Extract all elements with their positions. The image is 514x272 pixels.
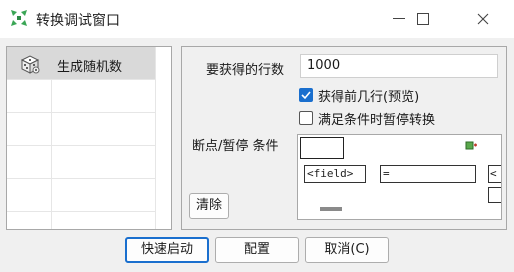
title-bar: 转换调试窗口 (0, 0, 514, 38)
condition-box[interactable] (300, 137, 344, 159)
rows-input[interactable]: 1000 (300, 54, 498, 78)
first-rows-label: 获得前几行(预览) (318, 90, 420, 105)
clear-button[interactable]: 清除 (189, 193, 229, 219)
step-label: 生成随机数 (57, 60, 123, 75)
quick-launch-button[interactable]: 快速启动 (125, 237, 209, 263)
pause-label: 满足条件时暂停转换 (318, 113, 436, 128)
value-selector-2[interactable] (488, 187, 501, 203)
step-item-random[interactable]: 生成随机数 (7, 47, 155, 80)
pause-checkbox[interactable] (299, 111, 313, 125)
maximize-button[interactable] (400, 0, 446, 38)
close-button[interactable] (460, 0, 506, 38)
field-selector[interactable]: <field> (304, 165, 366, 183)
window-title: 转换调试窗口 (36, 13, 120, 29)
value-selector[interactable]: < (488, 165, 501, 183)
cancel-button[interactable]: 取消(C) (305, 237, 389, 263)
rows-label: 要获得的行数 (206, 63, 285, 78)
breakpoint-label: 断点/暂停 条件 (192, 139, 279, 154)
first-rows-checkbox[interactable] (299, 88, 313, 102)
step-list: 生成随机数 (6, 46, 172, 230)
condition-editor[interactable]: <field> = < (297, 134, 502, 220)
app-icon (10, 9, 28, 27)
add-condition-icon[interactable] (464, 139, 478, 157)
operator-selector[interactable]: = (380, 165, 476, 183)
dice-icon (19, 53, 41, 79)
config-button[interactable]: 配置 (215, 237, 299, 263)
horizontal-scrollbar[interactable] (320, 207, 342, 211)
